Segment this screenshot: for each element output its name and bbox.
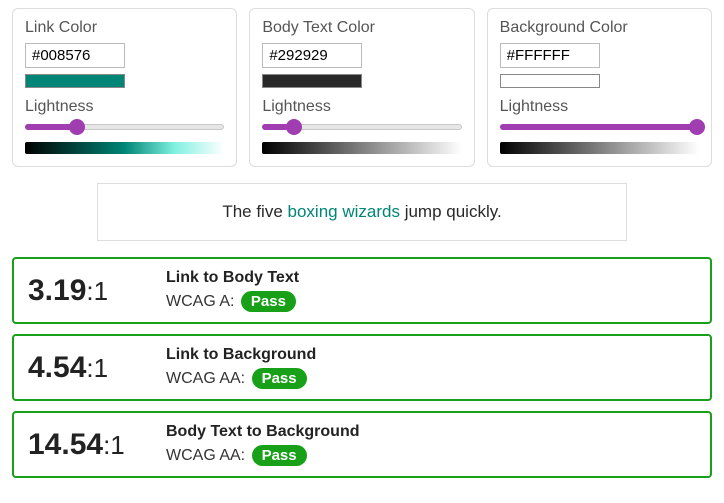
gradient-strip (262, 142, 461, 154)
pass-badge: Pass (252, 368, 307, 389)
lightness-slider-body[interactable] (262, 120, 461, 136)
result-body-to-background: 14.54:1 Body Text to Background WCAG AA:… (12, 411, 712, 478)
result-body: Link to Background WCAG AA: Pass (166, 346, 696, 389)
panel-title: Background Color (500, 19, 699, 37)
slider-thumb[interactable] (286, 119, 302, 135)
panel-link-color: Link Color Lightness (12, 8, 237, 167)
result-title: Link to Body Text (166, 269, 696, 287)
hex-input-background[interactable] (500, 43, 600, 68)
ratio-suffix: :1 (86, 276, 108, 306)
ratio-number: 3.19 (28, 274, 86, 307)
hex-input-link[interactable] (25, 43, 125, 68)
hex-input-body[interactable] (262, 43, 362, 68)
slider-thumb[interactable] (69, 119, 85, 135)
result-link-to-body: 3.19:1 Link to Body Text WCAG A: Pass (12, 257, 712, 324)
panel-title: Body Text Color (262, 19, 461, 37)
panel-body-color: Body Text Color Lightness (249, 8, 474, 167)
sample-pre: The five (222, 202, 287, 221)
sample-link: boxing wizards (288, 202, 400, 221)
lightness-label: Lightness (262, 98, 461, 116)
lightness-label: Lightness (500, 98, 699, 116)
ratio-number: 4.54 (28, 351, 86, 384)
result-body: Link to Body Text WCAG A: Pass (166, 269, 696, 312)
lightness-slider-link[interactable] (25, 120, 224, 136)
swatch-body (262, 74, 362, 88)
ratio-suffix: :1 (86, 353, 108, 383)
result-line: WCAG A: Pass (166, 291, 696, 312)
results-list: 3.19:1 Link to Body Text WCAG A: Pass 4.… (12, 257, 712, 478)
ratio-value: 14.54:1 (28, 428, 148, 462)
result-title: Body Text to Background (166, 423, 696, 441)
result-line: WCAG AA: Pass (166, 445, 696, 466)
pass-badge: Pass (241, 291, 296, 312)
result-link-to-background: 4.54:1 Link to Background WCAG AA: Pass (12, 334, 712, 401)
wcag-level: WCAG A: (166, 293, 239, 310)
lightness-slider-background[interactable] (500, 120, 699, 136)
result-body: Body Text to Background WCAG AA: Pass (166, 423, 696, 466)
wcag-level: WCAG AA: (166, 370, 250, 387)
ratio-number: 14.54 (28, 428, 103, 461)
ratio-value: 4.54:1 (28, 351, 148, 385)
gradient-strip (25, 142, 224, 154)
result-title: Link to Background (166, 346, 696, 364)
lightness-label: Lightness (25, 98, 224, 116)
sample-sentence-box: The five boxing wizards jump quickly. (97, 183, 627, 241)
ratio-value: 3.19:1 (28, 274, 148, 308)
gradient-strip (500, 142, 699, 154)
slider-fill (500, 124, 697, 130)
wcag-level: WCAG AA: (166, 447, 250, 464)
color-panels-row: Link Color Lightness Body Text Color Lig… (12, 8, 712, 167)
sample-post: jump quickly. (400, 202, 502, 221)
swatch-link (25, 74, 125, 88)
ratio-suffix: :1 (103, 430, 125, 460)
panel-title: Link Color (25, 19, 224, 37)
swatch-background (500, 74, 600, 88)
pass-badge: Pass (252, 445, 307, 466)
result-line: WCAG AA: Pass (166, 368, 696, 389)
panel-background-color: Background Color Lightness (487, 8, 712, 167)
slider-thumb[interactable] (689, 119, 705, 135)
